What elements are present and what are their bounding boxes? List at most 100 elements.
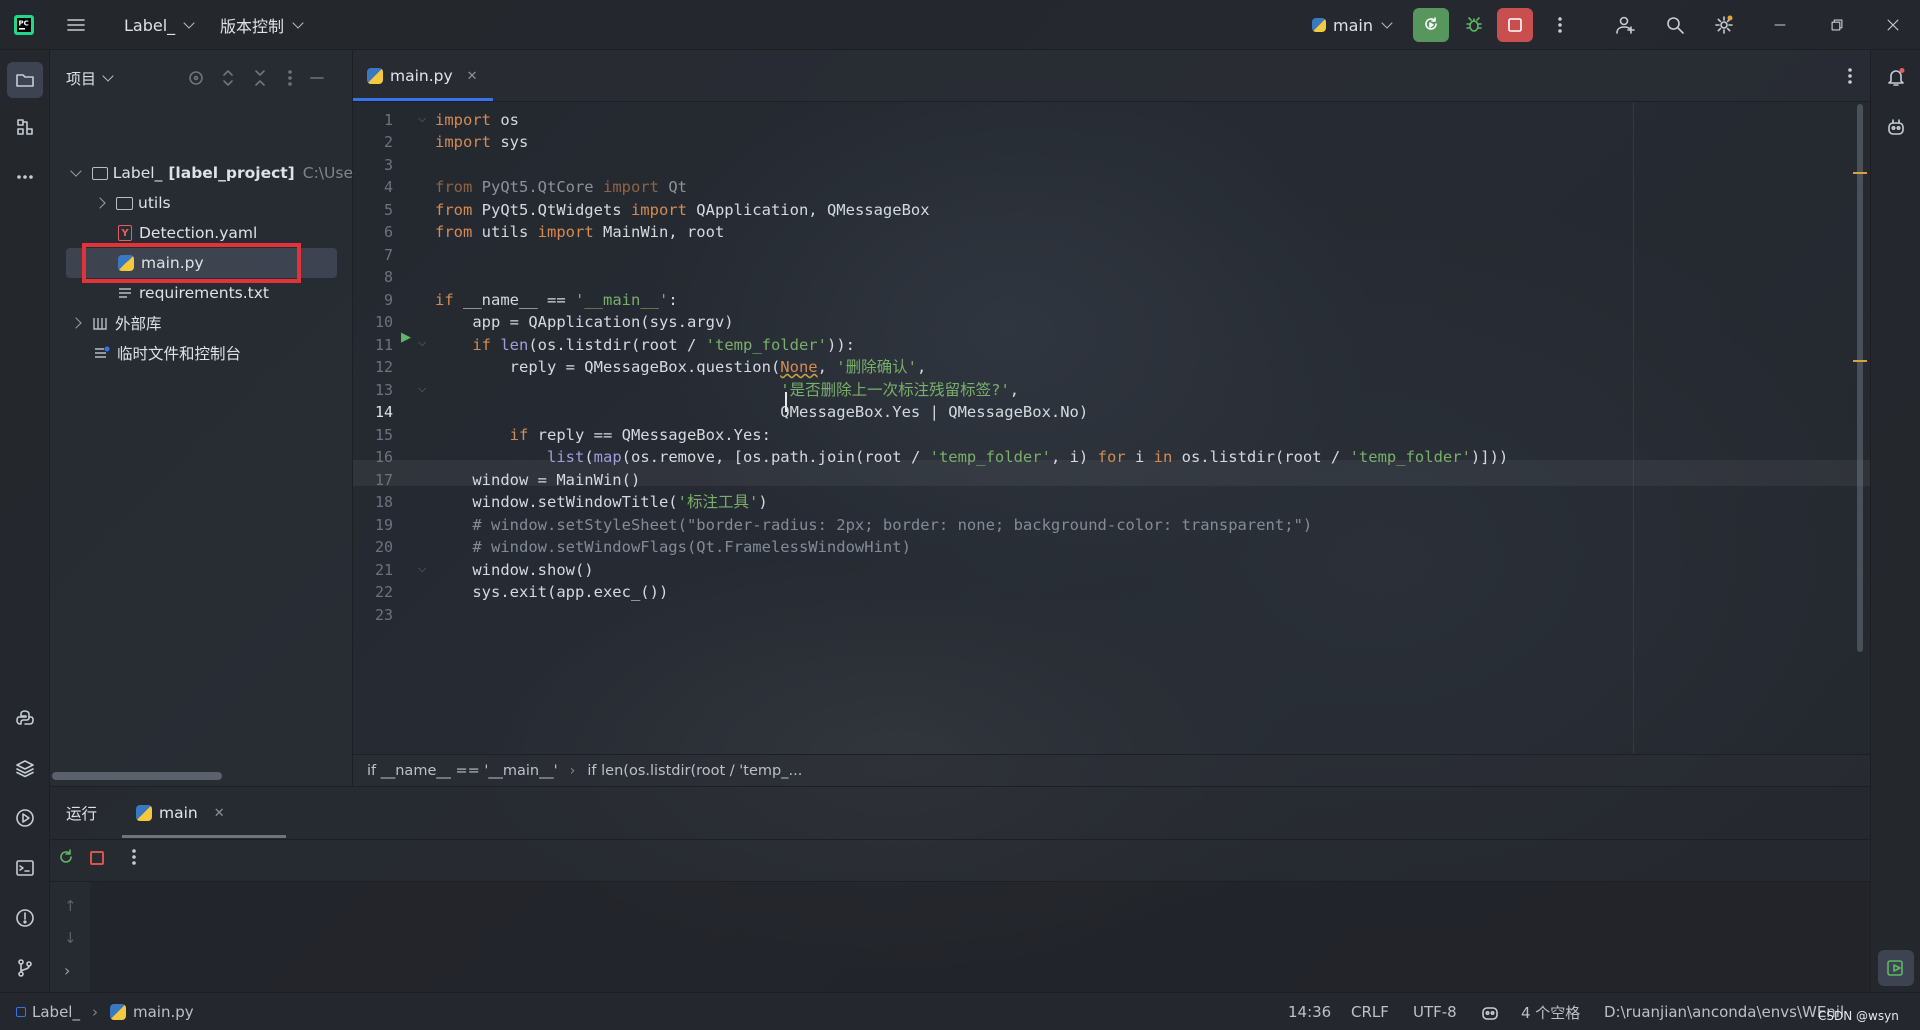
file-encoding[interactable]: UTF-8 xyxy=(1413,993,1457,1030)
caret-position[interactable]: 14:36 xyxy=(1288,993,1331,1030)
restore-window-icon[interactable] xyxy=(1830,0,1844,50)
run-widget-icon[interactable] xyxy=(1878,950,1914,986)
tree-root-label-project[interactable]: Label_ [label_project] C:\Use xyxy=(50,158,353,188)
breadcrumb-item[interactable]: if len(os.listdir(root / 'temp_... xyxy=(587,763,802,779)
project-panel-header[interactable]: 项目 xyxy=(66,50,114,106)
breadcrumb-item[interactable]: if __name__ == '__main__' xyxy=(367,763,558,779)
line-number[interactable]: 5 xyxy=(353,201,393,219)
tree-item-utils[interactable]: utils xyxy=(50,188,353,218)
main-menu-icon[interactable] xyxy=(66,0,86,50)
line-number[interactable]: 4 xyxy=(353,178,393,196)
settings-gear-icon[interactable] xyxy=(1714,0,1734,50)
editor-vertical-scrollbar[interactable] xyxy=(1857,104,1863,652)
editor-tab-main-py[interactable]: main.py ✕ xyxy=(367,50,478,102)
run-options-icon[interactable] xyxy=(124,847,144,867)
fold-marker-icon[interactable]: ⌵ xyxy=(418,562,426,576)
python-packages-icon[interactable] xyxy=(13,756,37,780)
line-number[interactable]: 22 xyxy=(353,583,393,601)
problems-icon[interactable] xyxy=(13,906,37,930)
line-number[interactable]: 7 xyxy=(353,246,393,264)
line-number[interactable]: 8 xyxy=(353,268,393,286)
panel-options-icon[interactable] xyxy=(280,68,300,92)
editor-options-icon[interactable] xyxy=(1840,66,1860,90)
line-number[interactable]: 13 xyxy=(353,381,393,399)
pycharm-logo-icon[interactable]: PC xyxy=(13,0,35,50)
editor-tab-label: main.py xyxy=(390,67,453,85)
line-number[interactable]: 20 xyxy=(353,538,393,556)
fold-marker-icon[interactable]: ⌵ xyxy=(418,112,426,126)
stop-icon[interactable] xyxy=(90,851,104,865)
project-tool-folder-icon[interactable] xyxy=(7,62,43,98)
search-icon[interactable] xyxy=(1665,0,1685,50)
scroll-up-icon[interactable]: ↑ xyxy=(64,897,77,915)
line-number[interactable]: 1 xyxy=(353,111,393,129)
rerun-icon[interactable] xyxy=(56,847,76,867)
line-number[interactable]: 3 xyxy=(353,156,393,174)
chevron-down-icon xyxy=(70,164,82,177)
line-number[interactable]: 11 xyxy=(353,336,393,354)
notifications-bell-icon[interactable] xyxy=(1884,65,1908,89)
git-branch-icon[interactable] xyxy=(13,956,37,980)
status-project[interactable]: Label_ xyxy=(32,1003,80,1021)
line-number[interactable]: 9 xyxy=(353,291,393,309)
line-number[interactable]: 19 xyxy=(353,516,393,534)
tree-item-external-libraries[interactable]: 外部库 xyxy=(50,308,353,338)
debug-button[interactable] xyxy=(1456,8,1492,42)
run-config-label: main xyxy=(1333,15,1373,35)
scratches-console-icon xyxy=(94,345,110,361)
expand-more-icon[interactable]: › xyxy=(64,961,70,980)
warning-marker[interactable] xyxy=(1853,172,1867,174)
run-config-selector[interactable]: main xyxy=(1312,0,1393,50)
line-number[interactable]: 14 xyxy=(353,403,393,421)
line-number[interactable]: 21 xyxy=(353,561,393,579)
add-user-icon[interactable] xyxy=(1615,0,1635,50)
structure-tool-icon[interactable] xyxy=(13,115,37,139)
line-number[interactable]: 6 xyxy=(353,223,393,241)
tree-item-label: utils xyxy=(138,194,171,212)
project-selector[interactable]: Label_ xyxy=(124,0,195,50)
run-console-output[interactable] xyxy=(90,882,1870,993)
rerun-button[interactable] xyxy=(1413,8,1449,42)
collapse-all-icon[interactable] xyxy=(250,68,270,92)
ai-assistant-icon[interactable] xyxy=(1884,115,1908,139)
stop-button[interactable] xyxy=(1497,8,1533,42)
line-separator[interactable]: CRLF xyxy=(1351,993,1389,1030)
python-interpreter[interactable]: D:\ruanjian\anconda\envs\WEnil xyxy=(1604,993,1844,1030)
code-editor[interactable]: 1 2 3 4 5 6 7 8 9 10 11 12 13 14 15 16 17 18 19 20 21 22 23 ⌵ … xyxy=(353,102,1870,754)
status-file[interactable]: main.py xyxy=(133,1003,194,1021)
tree-item-requirements-txt[interactable]: requirements.txt xyxy=(50,278,353,308)
line-number[interactable]: 17 xyxy=(353,471,393,489)
chevron-down-icon xyxy=(1381,16,1393,29)
more-tools-icon[interactable] xyxy=(13,165,37,189)
ai-status-icon[interactable] xyxy=(1480,1002,1500,1022)
terminal-icon[interactable] xyxy=(13,856,37,880)
fold-marker-icon[interactable]: ⌵ xyxy=(418,382,426,396)
line-number[interactable]: 18 xyxy=(353,493,393,511)
project-horizontal-scrollbar[interactable] xyxy=(52,772,222,780)
services-run-icon[interactable] xyxy=(13,806,37,830)
close-window-icon[interactable] xyxy=(1886,0,1900,50)
minimize-window-icon[interactable] xyxy=(1773,0,1787,50)
hide-panel-icon[interactable] xyxy=(307,68,327,92)
close-tab-icon[interactable]: ✕ xyxy=(467,69,478,84)
vcs-menu[interactable]: 版本控制 xyxy=(220,0,304,50)
line-number[interactable]: 12 xyxy=(353,358,393,376)
locate-file-icon[interactable] xyxy=(186,68,206,92)
close-tab-icon[interactable]: ✕ xyxy=(214,806,225,821)
scroll-down-icon[interactable]: ↓ xyxy=(64,929,77,947)
line-number[interactable]: 10 xyxy=(353,313,393,331)
expand-all-icon[interactable] xyxy=(218,68,238,92)
indent-setting[interactable]: 4 个空格 xyxy=(1521,993,1580,1030)
run-gutter-icon[interactable]: ▶ xyxy=(401,330,411,345)
line-number[interactable]: 23 xyxy=(353,606,393,624)
status-breadcrumb: Label_ › main.py xyxy=(16,993,194,1030)
more-actions-icon[interactable] xyxy=(1550,0,1570,50)
line-number[interactable]: 2 xyxy=(353,133,393,151)
fold-marker-icon[interactable]: ⌵ xyxy=(418,336,426,350)
line-number[interactable]: 16 xyxy=(353,448,393,466)
run-tab-main[interactable]: main ✕ xyxy=(136,787,225,839)
line-number[interactable]: 15 xyxy=(353,426,393,444)
warning-marker[interactable] xyxy=(1853,360,1867,362)
tree-item-scratches[interactable]: 临时文件和控制台 xyxy=(50,338,353,368)
python-console-icon[interactable] xyxy=(13,706,37,730)
